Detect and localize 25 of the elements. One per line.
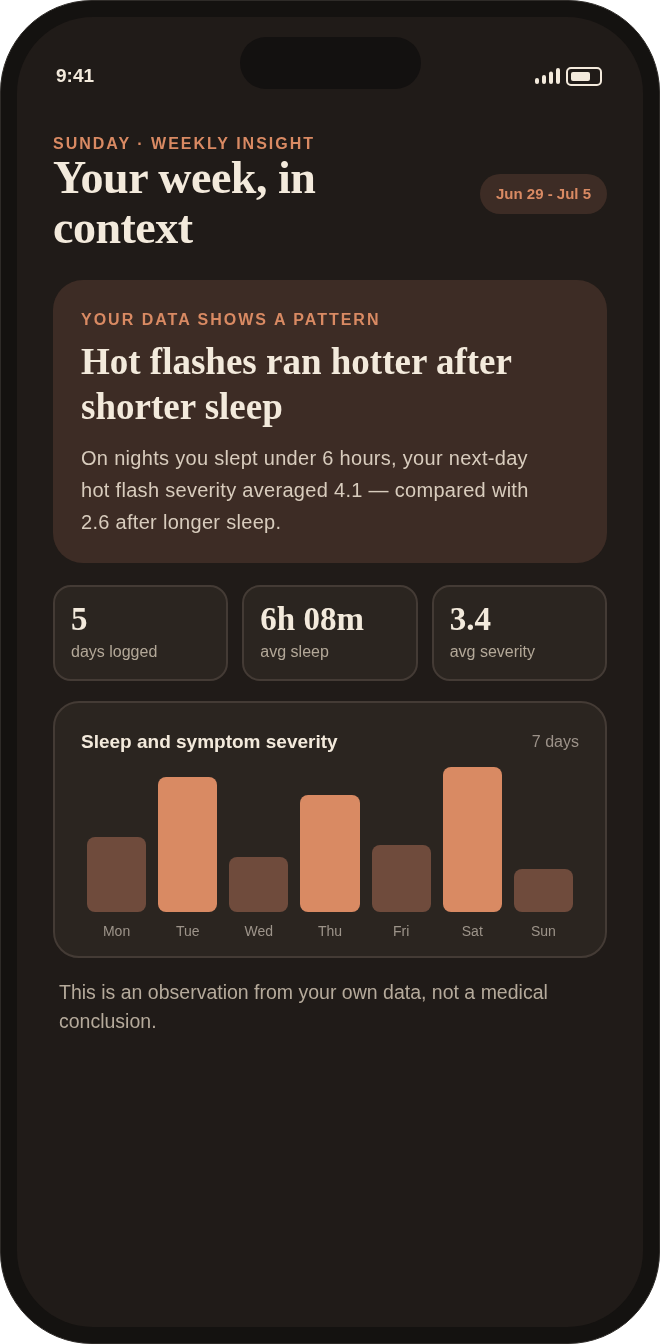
chart-title: Sleep and symptom severity (81, 730, 338, 754)
day-label: Sat (460, 922, 484, 940)
stat-label: avg sleep (260, 642, 330, 662)
insight-description: On nights you slept under 6 hours, your next-day hot flash severity averaged 4.1 — compared with 2.6 after longer sleep. (81, 446, 530, 535)
eyebrow-label: SUNDAY · WEEKLY INSIGHT (53, 135, 317, 153)
day-label: Fri (391, 922, 411, 940)
battery-icon (566, 66, 602, 86)
day-label: Thu (316, 922, 344, 940)
status-time: 9:41 (56, 64, 95, 88)
stat-value: 3.4 (449, 601, 492, 637)
chart-range-label: 7 days (531, 732, 579, 752)
day-label: Mon (101, 922, 132, 940)
insight-eyebrow: YOUR DATA SHOWS A PATTERN (81, 311, 382, 329)
day-label: Wed (243, 922, 275, 940)
day-label: Sun (529, 922, 557, 940)
stat-value: 5 (71, 601, 89, 637)
insight-headline: Hot flashes ran hotter after shorter sleep (81, 340, 513, 429)
date-range-chip: Jun 29 - Jul 5 (479, 174, 607, 214)
disclaimer-text: This is an observation from your own data, not a medical conclusion. (58, 980, 549, 1034)
signal-icon (535, 68, 560, 84)
page-title: Your week, in context (53, 153, 317, 253)
stat-label: avg severity (449, 642, 537, 662)
day-label: Tue (174, 922, 201, 940)
stat-value: 6h 08m (260, 601, 365, 637)
stat-label: days logged (71, 642, 159, 662)
